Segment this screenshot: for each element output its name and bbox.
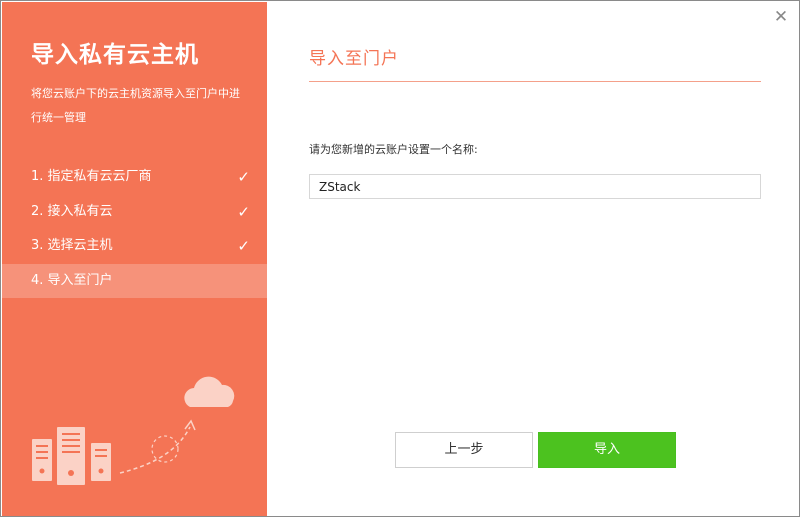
previous-step-button[interactable]: 上一步 xyxy=(395,432,533,468)
sidebar-description: 将您云账户下的云主机资源导入至门户中进行统一管理 xyxy=(31,87,240,124)
cloud-icon xyxy=(184,376,235,407)
section-title: 导入至门户 xyxy=(309,49,399,69)
close-button[interactable]: ✕ xyxy=(771,7,791,27)
sidebar: 导入私有云主机 将您云账户下的云主机资源导入至门户中进行统一管理 1. 指定私有… xyxy=(2,2,267,516)
close-icon: ✕ xyxy=(773,7,789,27)
step-label: 2. 接入私有云 xyxy=(31,203,113,219)
step-import-portal: 4. 导入至门户 xyxy=(2,263,267,298)
import-button[interactable]: 导入 xyxy=(538,432,676,468)
step-specify-vendor: 1. 指定私有云云厂商 ✓ xyxy=(2,160,267,195)
step-list: 1. 指定私有云云厂商 ✓ 2. 接入私有云 ✓ 3. 选择云主机 ✓ 4. 导… xyxy=(2,160,267,298)
sidebar-title: 导入私有云主机 xyxy=(31,42,199,68)
step-connect-cloud: 2. 接入私有云 ✓ xyxy=(2,195,267,230)
step-select-vm: 3. 选择云主机 ✓ xyxy=(2,229,267,264)
check-icon: ✓ xyxy=(237,237,250,255)
step-label: 4. 导入至门户 xyxy=(31,272,113,288)
import-dialog: 导入私有云主机 将您云账户下的云主机资源导入至门户中进行统一管理 1. 指定私有… xyxy=(0,0,800,517)
step-label: 3. 选择云主机 xyxy=(31,238,113,253)
step-label: 1. 指定私有云云厂商 xyxy=(31,169,152,184)
account-name-input[interactable] xyxy=(309,174,761,199)
account-name-label: 请为您新增的云账户设置一个名称: xyxy=(309,143,478,156)
check-icon: ✓ xyxy=(237,168,250,186)
section-divider xyxy=(309,81,761,82)
cloud-server-illustration xyxy=(32,376,235,485)
check-icon: ✓ xyxy=(237,202,250,221)
